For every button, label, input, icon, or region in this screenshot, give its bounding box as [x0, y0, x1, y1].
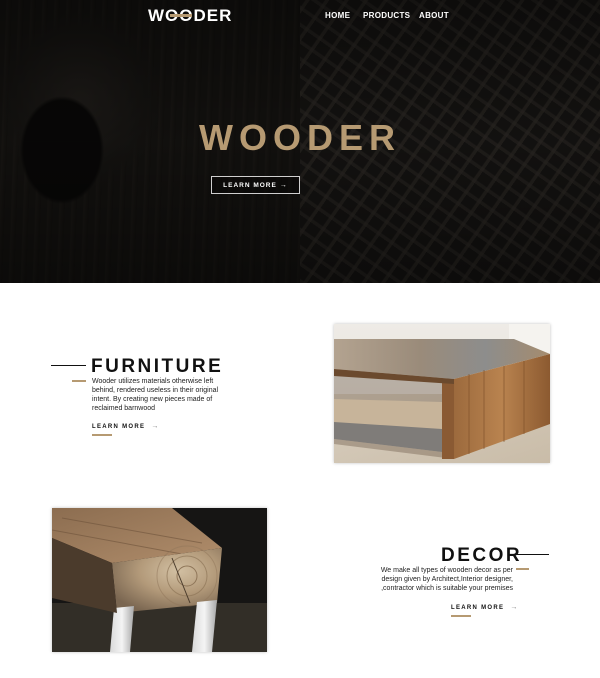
decor-link-underline	[451, 615, 471, 617]
hero-button-label: LEARN MORE	[223, 181, 277, 189]
hero-title: WOODER	[199, 117, 401, 158]
decor-bench-image	[52, 508, 267, 652]
furniture-description: Wooder utilizes materials otherwise left…	[92, 378, 219, 412]
furniture-link-underline	[92, 434, 112, 436]
hero-learn-more-button[interactable]: LEARN MORE →	[211, 176, 300, 194]
arrow-right-icon: →	[151, 423, 160, 430]
furniture-heading: FURNITURE	[91, 356, 224, 377]
decor-link-label: LEARN MORE	[451, 605, 505, 611]
furniture-title-rule	[51, 365, 86, 366]
nav-home-link[interactable]: HOME	[325, 11, 350, 20]
hero-banner: WOODER HOME PRODUCTS ABOUT WOODER LEARN …	[0, 0, 600, 283]
main-nav: HOME PRODUCTS ABOUT	[0, 11, 600, 25]
decor-heading: DECOR	[441, 545, 523, 566]
furniture-table-image	[334, 324, 550, 463]
furniture-learn-more-link[interactable]: LEARN MORE →	[92, 423, 160, 430]
nav-products-link[interactable]: PRODUCTS	[363, 11, 410, 20]
arrow-right-icon: →	[279, 181, 288, 189]
decor-accent-rule	[516, 568, 529, 570]
arrow-right-icon: →	[510, 604, 519, 611]
furniture-accent-rule	[72, 380, 86, 382]
furniture-link-label: LEARN MORE	[92, 424, 146, 430]
decor-description: We make all types of wooden decor as per…	[380, 567, 513, 592]
nav-about-link[interactable]: ABOUT	[419, 11, 449, 20]
decor-title-rule	[515, 554, 549, 555]
decor-learn-more-link[interactable]: LEARN MORE →	[451, 604, 519, 611]
